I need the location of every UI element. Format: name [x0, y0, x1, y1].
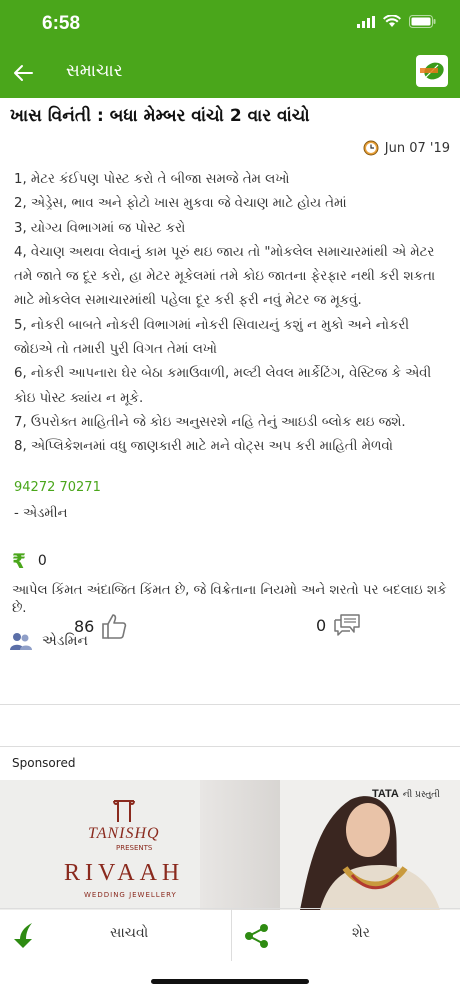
article-headline: ખાસ વિનંતી : બધા મેમ્બર વાંચો 2 વાર વાંચ…	[10, 106, 310, 126]
article-body: 1, મેટર કંઈપણ પોસ્ટ કરો તે બીજા સમજે તેમ…	[14, 168, 450, 460]
thumbs-up-icon	[102, 614, 127, 639]
battery-icon	[409, 15, 436, 28]
sponsored-label: Sponsored	[12, 756, 76, 770]
price-row: ₹ 0	[12, 549, 47, 573]
status-time: 6:58	[42, 13, 81, 34]
article-line: 6, નોકરી આપનારા ઘેર બેઠા કમાઉવાળી, મલ્ટી…	[14, 366, 432, 406]
save-button[interactable]: સાચવો	[0, 909, 230, 961]
date-text: Jun 07 '19	[384, 140, 450, 156]
ad-brand: TANISHQ	[88, 825, 160, 842]
comment-button[interactable]: 0	[316, 612, 362, 638]
status-icons	[357, 15, 436, 28]
clock-icon	[363, 140, 379, 156]
status-bar: 6:58	[0, 0, 460, 48]
like-button[interactable]: 86	[74, 612, 128, 640]
article-line: 1, મેટર કંઈપણ પોસ્ટ કરો તે બીજા સમજે તેમ…	[14, 172, 290, 187]
ad-tagline: WEDDING JEWELLERY	[84, 891, 177, 899]
user-group-icon	[10, 633, 32, 650]
save-label: સાચવો	[110, 925, 149, 941]
article-line: 7, ઉપરોક્ત માહિતીને જે કોઇ અનુસરશે નહિ ત…	[14, 414, 406, 430]
divider	[0, 746, 460, 747]
ad-presents: PRESENTS	[116, 844, 153, 852]
comment-icon	[334, 614, 360, 636]
save-arrow-icon	[14, 923, 32, 948]
article-line: 2, એડ્રેસ, ભાવ અને ફોટો ખાસ મુકવા જે વેચ…	[14, 196, 347, 212]
ad-banner[interactable]: TANISHQ PRESENTS RIVAAH WEDDING JEWELLER…	[0, 780, 460, 910]
article-date: Jun 07 '19	[363, 140, 450, 156]
article-signature: - એડમીન	[14, 506, 68, 521]
app-logo	[416, 55, 448, 87]
phone-link[interactable]: 94272 70271	[14, 480, 101, 495]
like-count: 86	[74, 616, 95, 636]
signal-icon	[357, 15, 375, 28]
article-line: 4, વેચાણ અથવા લેવાનું કામ પૂરું થઇ જાય ત…	[14, 244, 436, 309]
leaf-logo-icon	[420, 62, 444, 80]
article-line: 3, યોગ્ય વિભાગમાં જ પોસ્ટ કરો	[14, 220, 186, 236]
comment-count: 0	[316, 615, 327, 635]
ad-model-panel: TATA ની પ્રસ્તુતી	[280, 780, 460, 910]
back-arrow-icon[interactable]	[10, 60, 36, 86]
rupee-icon: ₹	[12, 549, 26, 573]
ad-collection: RIVAAH	[64, 860, 185, 886]
share-label: શેર	[352, 925, 371, 941]
ad-mid-panel	[200, 780, 280, 910]
share-icon	[245, 924, 268, 948]
ad-left-panel: TANISHQ PRESENTS RIVAAH WEDDING JEWELLER…	[0, 780, 210, 910]
wifi-icon	[383, 15, 401, 27]
app-bar: સમાચાર	[0, 48, 460, 98]
ad-tata-logo: TATA ની પ્રસ્તુતી	[372, 788, 440, 800]
article-line: 5, નોકરી બાબતે નોકરી વિભાગમાં નોકરી સિવા…	[14, 317, 410, 358]
share-button[interactable]: શેર	[231, 909, 460, 961]
home-indicator[interactable]	[151, 979, 309, 984]
bottom-action-bar: સાચવો શેર	[0, 908, 460, 961]
ad-tata-sub: ની પ્રસ્તુતી	[402, 790, 440, 800]
tanishq-logo-icon	[113, 800, 135, 822]
page-title: સમાચાર	[66, 61, 123, 81]
ad-tata: TATA	[372, 788, 399, 800]
price-value: 0	[37, 553, 47, 569]
divider	[0, 704, 460, 705]
article-line: 8, એપ્લિકેશનમાં વધુ જાણકારી માટે મને વોટ…	[14, 439, 393, 455]
